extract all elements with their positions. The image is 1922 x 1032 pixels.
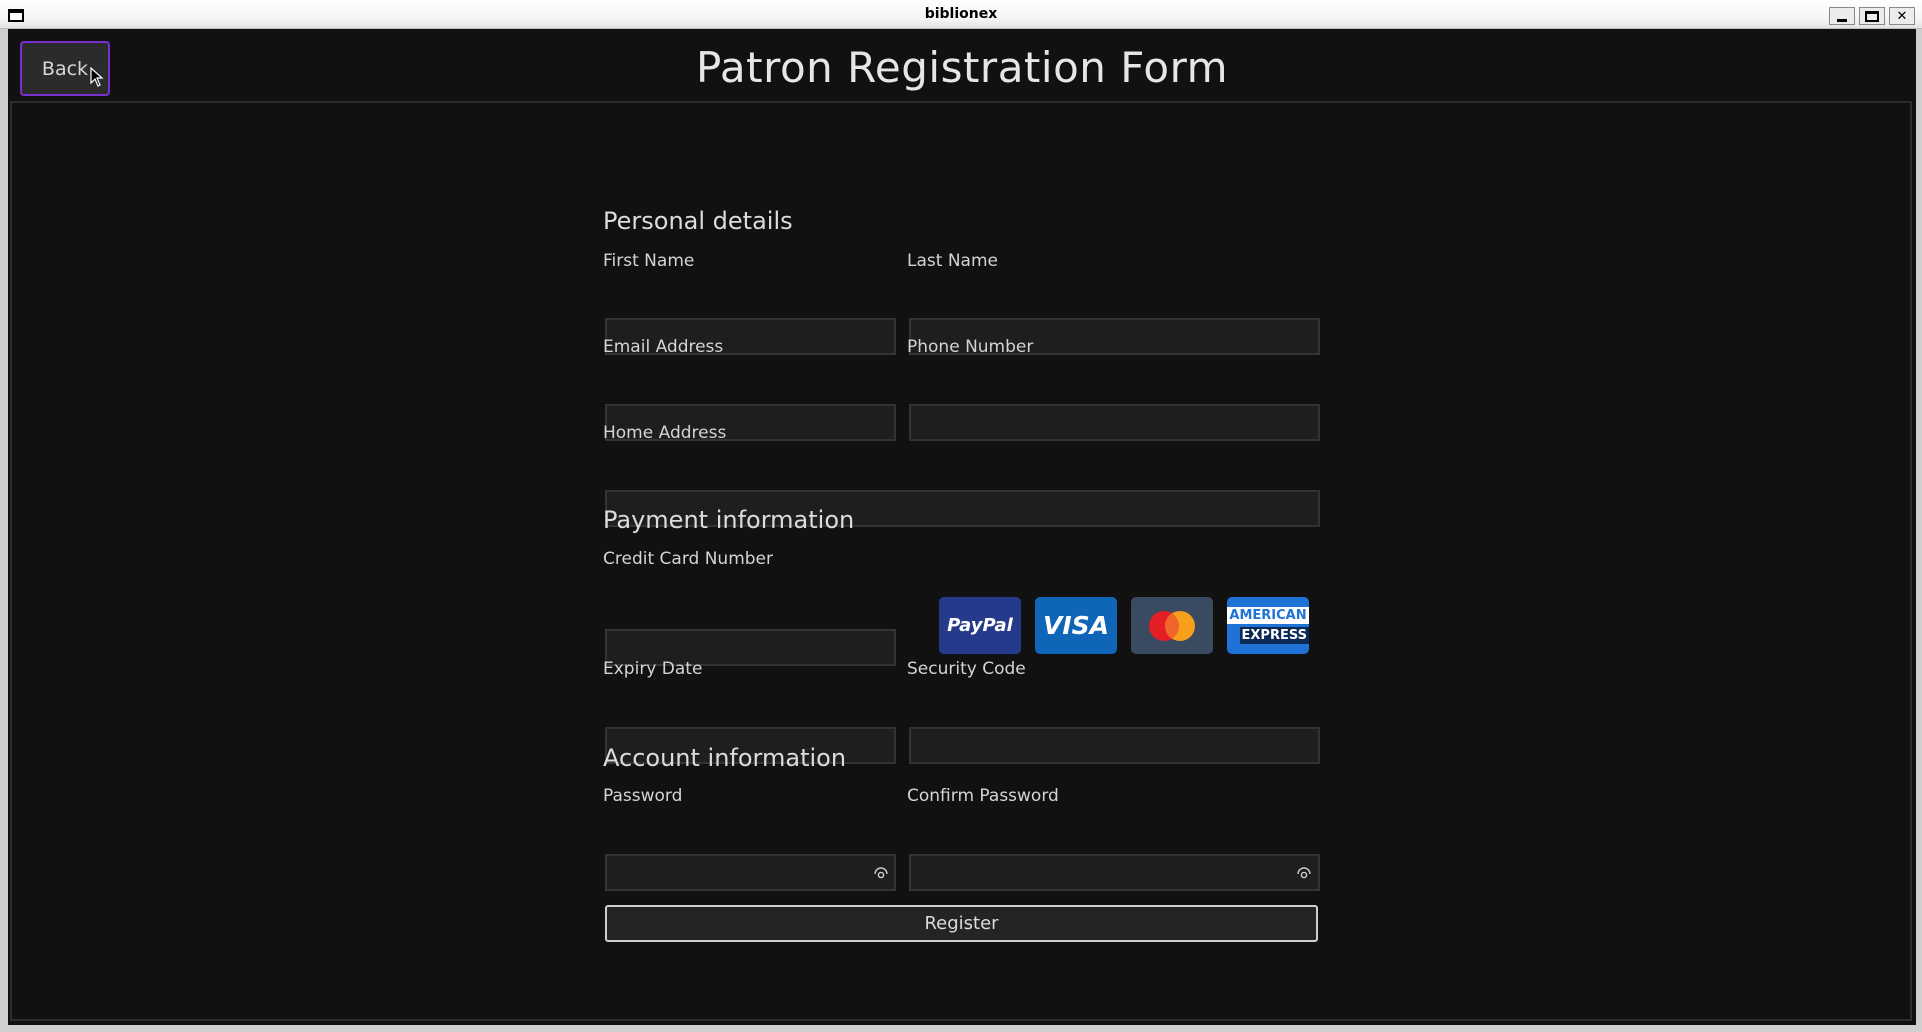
phone-input[interactable] xyxy=(909,404,1320,441)
minimize-button[interactable] xyxy=(1829,7,1855,25)
american-express-logo: AMERICAN EXPRESS xyxy=(1227,597,1309,654)
amex-line-2: EXPRESS xyxy=(1239,627,1309,644)
security-code-label: Security Code xyxy=(907,659,1026,679)
first-name-label: First Name xyxy=(603,251,695,271)
confirm-password-input[interactable] xyxy=(909,854,1320,891)
last-name-label: Last Name xyxy=(907,251,998,271)
amex-line-1: AMERICAN xyxy=(1227,607,1309,624)
window-titlebar: biblionex ✕ xyxy=(0,0,1922,29)
mastercard-logo xyxy=(1131,597,1213,654)
expiry-date-label: Expiry Date xyxy=(603,659,703,679)
mastercard-circles-icon xyxy=(1149,610,1195,641)
visa-logo: VISA xyxy=(1035,597,1117,654)
close-icon: ✕ xyxy=(1896,8,1908,24)
home-address-label: Home Address xyxy=(603,423,727,443)
card-number-label: Credit Card Number xyxy=(603,549,773,569)
app-window: Back Patron Registration Form Personal d… xyxy=(8,29,1916,1025)
email-label: Email Address xyxy=(603,337,724,357)
section-title-personal: Personal details xyxy=(603,207,793,235)
section-title-payment: Payment information xyxy=(603,506,855,534)
phone-label: Phone Number xyxy=(907,337,1034,357)
password-label: Password xyxy=(603,786,683,806)
show-confirm-password-eye-icon[interactable] xyxy=(1296,865,1312,881)
maximize-icon xyxy=(1865,10,1879,22)
show-password-eye-icon[interactable] xyxy=(873,865,889,881)
paypal-logo: PayPal xyxy=(939,597,1021,654)
page-title: Patron Registration Form xyxy=(695,43,1229,92)
security-code-input[interactable] xyxy=(909,727,1320,764)
confirm-password-label: Confirm Password xyxy=(907,786,1059,806)
password-input[interactable] xyxy=(605,854,896,891)
section-title-account: Account information xyxy=(603,744,847,772)
minimize-icon xyxy=(1837,18,1847,22)
register-button[interactable]: Register xyxy=(605,905,1318,942)
close-button[interactable]: ✕ xyxy=(1889,7,1915,25)
window-title: biblionex xyxy=(924,6,998,22)
maximize-button[interactable] xyxy=(1859,7,1885,25)
